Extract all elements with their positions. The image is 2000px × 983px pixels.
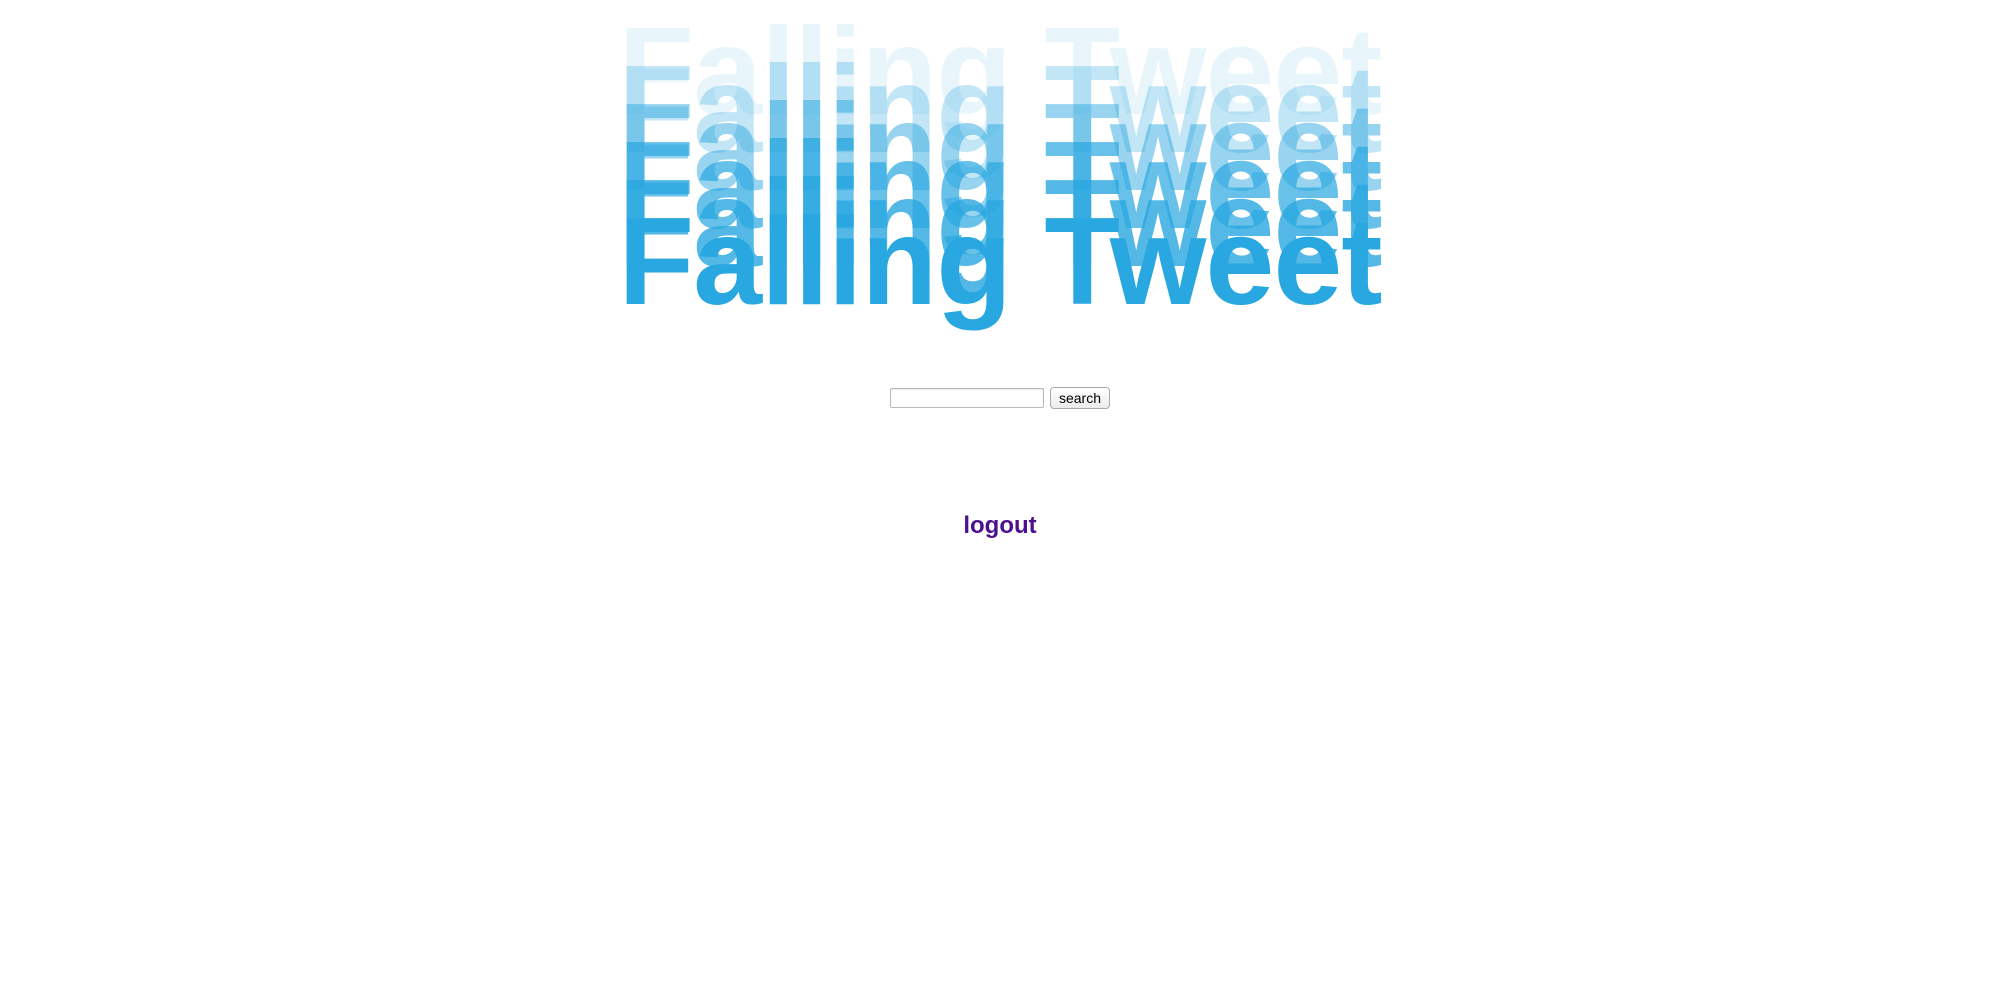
falling-tweet-logo: Falling Tweet Falling Tweet Falling Twee… [0, 0, 2000, 380]
logout-link[interactable]: logout [0, 512, 2000, 540]
search-form: search [0, 387, 2000, 409]
search-input[interactable] [889, 388, 1044, 408]
logo-line-front: Falling Tweet [618, 193, 1382, 331]
search-button[interactable]: search [1049, 387, 1111, 409]
page: Falling Tweet Falling Tweet Falling Twee… [0, 0, 2000, 983]
